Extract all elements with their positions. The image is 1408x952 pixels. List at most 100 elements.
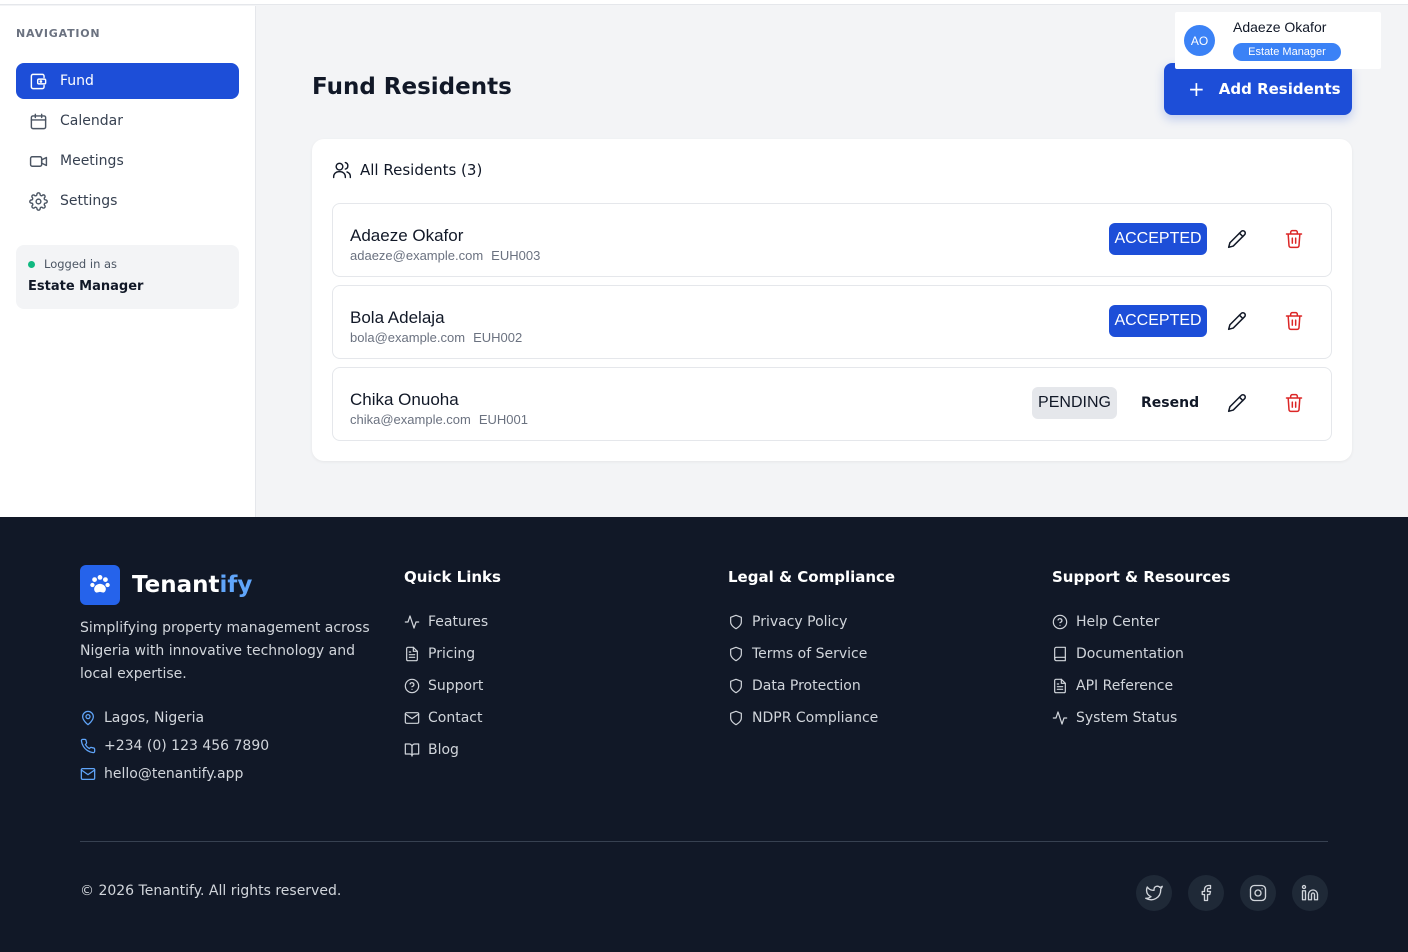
phone-icon xyxy=(80,738,96,754)
footer-link-support[interactable]: Support xyxy=(404,678,483,694)
resend-button[interactable]: Resend xyxy=(1141,395,1199,411)
resident-email: bola@example.com xyxy=(350,330,466,345)
linkedin-icon xyxy=(1301,884,1319,901)
brand-name-main: Tenant xyxy=(132,572,220,598)
users-icon xyxy=(332,161,352,179)
logo-icon xyxy=(80,565,120,605)
footer-link-ndpr[interactable]: NDPR Compliance xyxy=(728,710,878,726)
facebook-icon xyxy=(1201,884,1212,902)
book-open-icon xyxy=(404,743,420,757)
footer-link-blog[interactable]: Blog xyxy=(404,742,459,758)
wallet-icon xyxy=(28,71,48,91)
user-menu[interactable]: AO Adaeze Okafor Estate Manager xyxy=(1175,12,1381,69)
delete-button[interactable] xyxy=(1284,311,1306,333)
resident-name: Bola Adelaja xyxy=(350,308,445,327)
add-residents-label: Add Residents xyxy=(1218,80,1341,98)
resident-row: Adaeze Okafor adaeze@example.com EUH003 A… xyxy=(332,203,1332,277)
edit-button[interactable] xyxy=(1227,311,1249,333)
footer-link-label: Features xyxy=(428,614,489,630)
footer-link-documentation[interactable]: Documentation xyxy=(1052,646,1184,662)
plus-icon: + xyxy=(1188,77,1205,101)
resident-email: adaeze@example.com xyxy=(350,248,484,263)
help-circle-icon xyxy=(404,678,420,694)
user-name: Adaeze Okafor xyxy=(1233,19,1327,35)
sidebar-item-label: Calendar xyxy=(60,113,123,129)
role-badge: Estate Manager xyxy=(1233,43,1341,61)
edit-button[interactable] xyxy=(1227,229,1249,251)
sidebar-item-fund[interactable]: Fund xyxy=(16,63,239,99)
footer-link-data-protection[interactable]: Data Protection xyxy=(728,678,861,694)
add-residents-button[interactable]: + Add Residents xyxy=(1164,63,1352,115)
brand-name: Tenantify xyxy=(132,572,252,598)
file-text-icon xyxy=(1054,678,1066,694)
footer: Tenantify Simplifying property managemen… xyxy=(0,517,1408,952)
support-title: Support & Resources xyxy=(1052,568,1231,586)
social-twitter[interactable] xyxy=(1136,875,1172,911)
footer-link-label: Data Protection xyxy=(752,678,861,694)
map-pin-icon xyxy=(82,710,94,726)
file-text-icon xyxy=(406,646,418,662)
footer-brand[interactable]: Tenantify xyxy=(80,565,252,605)
sidebar-item-label: Fund xyxy=(60,73,94,89)
footer-link-label: System Status xyxy=(1076,710,1178,726)
video-icon xyxy=(28,151,48,171)
footer-link-contact[interactable]: Contact xyxy=(404,710,482,726)
login-label: Logged in as xyxy=(44,257,118,271)
resident-email: chika@example.com xyxy=(350,412,471,427)
status-badge: PENDING xyxy=(1032,387,1117,419)
sidebar-item-settings[interactable]: Settings xyxy=(16,183,239,219)
contact-location-text: Lagos, Nigeria xyxy=(104,710,205,726)
social-facebook[interactable] xyxy=(1188,875,1224,911)
footer-link-label: Contact xyxy=(428,710,483,726)
sidebar-item-calendar[interactable]: Calendar xyxy=(16,103,239,139)
footer-link-api[interactable]: API Reference xyxy=(1052,678,1173,694)
footer-link-status[interactable]: System Status xyxy=(1052,710,1177,726)
sidebar-item-meetings[interactable]: Meetings xyxy=(16,143,239,179)
contact-email-text: hello@tenantify.app xyxy=(104,766,244,782)
footer-link-help-center[interactable]: Help Center xyxy=(1052,614,1160,630)
nav-heading: NAVIGATION xyxy=(16,27,101,40)
legal-title: Legal & Compliance xyxy=(728,568,896,586)
pencil-icon xyxy=(1227,230,1246,249)
copyright: © 2026 Tenantify. All rights reserved. xyxy=(80,883,342,899)
activity-icon xyxy=(404,615,420,629)
twitter-icon xyxy=(1145,885,1163,901)
footer-link-label: Help Center xyxy=(1076,614,1160,630)
edit-button[interactable] xyxy=(1227,393,1249,415)
shield-icon xyxy=(730,678,742,694)
resident-name: Adaeze Okafor xyxy=(350,226,464,245)
pencil-icon xyxy=(1227,312,1246,331)
gear-icon xyxy=(28,191,48,211)
resident-row: Chika Onuoha chika@example.com EUH001 PEN… xyxy=(332,367,1332,441)
shield-icon xyxy=(730,614,742,630)
footer-link-label: NDPR Compliance xyxy=(752,710,879,726)
instagram-icon xyxy=(1249,884,1267,902)
footer-link-terms[interactable]: Terms of Service xyxy=(728,646,867,662)
footer-divider xyxy=(80,841,1328,842)
social-instagram[interactable] xyxy=(1240,875,1276,911)
social-linkedin[interactable] xyxy=(1292,875,1328,911)
delete-button[interactable] xyxy=(1284,393,1306,415)
login-role: Estate Manager xyxy=(28,279,144,294)
sidebar-item-label: Meetings xyxy=(60,153,124,169)
contact-email[interactable]: hello@tenantify.app xyxy=(80,766,243,782)
help-circle-icon xyxy=(1052,614,1068,630)
trash-icon xyxy=(1285,393,1303,413)
footer-link-privacy[interactable]: Privacy Policy xyxy=(728,614,847,630)
brand-name-accent: ify xyxy=(219,572,253,598)
delete-button[interactable] xyxy=(1284,229,1306,251)
footer-link-pricing[interactable]: Pricing xyxy=(404,646,475,662)
mail-icon xyxy=(404,712,420,724)
contact-phone[interactable]: +234 (0) 123 456 7890 xyxy=(80,738,269,754)
shield-icon xyxy=(730,710,742,726)
avatar: AO xyxy=(1184,25,1215,56)
shield-icon xyxy=(730,646,742,662)
footer-link-label: Blog xyxy=(428,742,459,758)
resident-unit: EUH002 xyxy=(473,330,523,345)
status-badge: ACCEPTED xyxy=(1109,305,1207,337)
footer-link-features[interactable]: Features xyxy=(404,614,488,630)
page-title: Fund Residents xyxy=(312,74,512,100)
calendar-icon xyxy=(28,111,48,131)
contact-location: Lagos, Nigeria xyxy=(80,710,204,726)
footer-link-label: Terms of Service xyxy=(752,646,868,662)
